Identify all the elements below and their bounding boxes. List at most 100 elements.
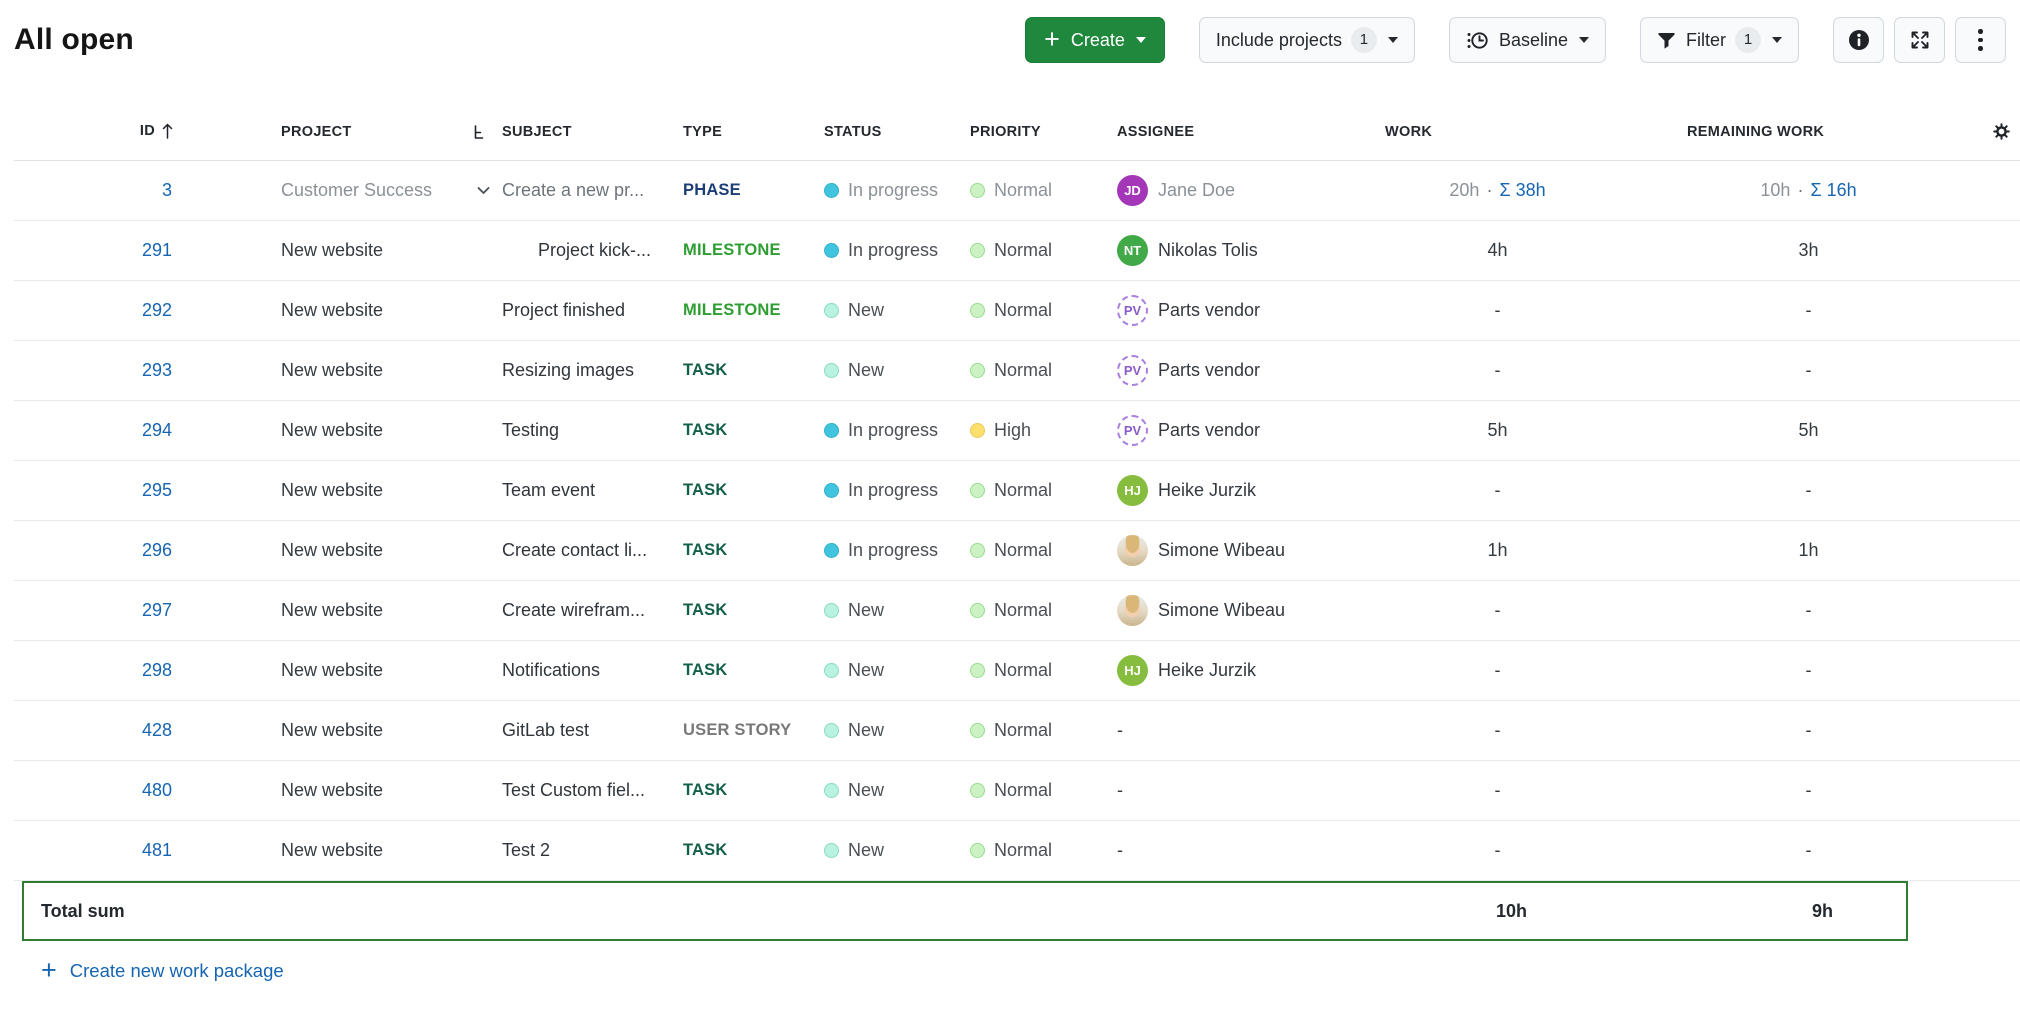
- include-projects-button[interactable]: Include projects 1: [1199, 17, 1415, 63]
- table-row[interactable]: 298 New website Notifications TASK New N…: [14, 641, 2020, 701]
- column-header-remaining-work[interactable]: REMAINING WORK: [1610, 124, 1930, 140]
- column-header-assignee[interactable]: ASSIGNEE: [1117, 124, 1385, 140]
- collapse-hierarchy-chevron-icon[interactable]: [475, 182, 492, 199]
- work-packages-table: ID PROJECT SUBJECT TYPE STATUS PRIORITY …: [0, 66, 2020, 984]
- column-header-status[interactable]: STATUS: [824, 124, 970, 140]
- table-row[interactable]: 296 New website Create contact li... TAS…: [14, 521, 2020, 581]
- avatar: HJ: [1117, 475, 1148, 506]
- gear-icon: [1993, 123, 2010, 140]
- status-label: New: [848, 600, 884, 621]
- table-row[interactable]: 292 New website Project finished MILESTO…: [14, 281, 2020, 341]
- project-name: New website: [281, 540, 383, 561]
- chevron-down-icon: [1579, 37, 1589, 43]
- priority-dot-icon: [970, 483, 985, 498]
- work-package-id-link[interactable]: 481: [142, 840, 172, 861]
- assignee-name: Jane Doe: [1158, 180, 1235, 201]
- subject: Testing: [502, 420, 559, 441]
- priority-dot-icon: [970, 663, 985, 678]
- priority-dot-icon: [970, 303, 985, 318]
- table-row[interactable]: 480 New website Test Custom fiel... TASK…: [14, 761, 2020, 821]
- work-package-id-link[interactable]: 296: [142, 540, 172, 561]
- assignee-name: Nikolas Tolis: [1158, 240, 1258, 261]
- hierarchy-icon[interactable]: [471, 124, 496, 140]
- work-value: -: [1495, 480, 1501, 501]
- work-package-id-link[interactable]: 3: [162, 180, 172, 201]
- priority-dot-icon: [970, 843, 985, 858]
- project-name: New website: [281, 420, 383, 441]
- status-label: New: [848, 360, 884, 381]
- priority-label: Normal: [994, 240, 1052, 261]
- status-dot-icon: [824, 783, 839, 798]
- separator-dot: ·: [1486, 180, 1492, 201]
- table-row[interactable]: 297 New website Create wirefram... TASK …: [14, 581, 2020, 641]
- more-menu-button[interactable]: [1955, 17, 2006, 63]
- column-header-project[interactable]: PROJECT: [174, 124, 471, 140]
- avatar: JD: [1117, 175, 1148, 206]
- work-package-id-link[interactable]: 293: [142, 360, 172, 381]
- chevron-down-icon: [1772, 37, 1782, 43]
- work-package-id-link[interactable]: 291: [142, 240, 172, 261]
- subject: Resizing images: [502, 360, 634, 381]
- type-badge: MILESTONE: [683, 241, 781, 260]
- table-row[interactable]: 428 New website GitLab test USER STORY N…: [14, 701, 2020, 761]
- subject: Notifications: [502, 660, 600, 681]
- column-header-work[interactable]: WORK: [1385, 124, 1610, 140]
- work-value: 4h: [1487, 240, 1507, 261]
- work-package-id-link[interactable]: 294: [142, 420, 172, 441]
- create-new-work-package-link[interactable]: Create new work package: [70, 960, 284, 982]
- chevron-down-icon: [1136, 37, 1146, 43]
- table-row[interactable]: 293 New website Resizing images TASK New…: [14, 341, 2020, 401]
- table-row[interactable]: 481 New website Test 2 TASK New Normal -…: [14, 821, 2020, 881]
- table-row[interactable]: 3 Customer Success Create a new pr... PH…: [14, 161, 2020, 221]
- status-label: In progress: [848, 540, 938, 561]
- table-row[interactable]: 294 New website Testing TASK In progress…: [14, 401, 2020, 461]
- work-package-id-link[interactable]: 292: [142, 300, 172, 321]
- work-sum-link[interactable]: Σ 38h: [1499, 180, 1545, 201]
- project-name: New website: [281, 720, 383, 741]
- avatar: PV: [1117, 355, 1148, 386]
- total-sum-row: Total sum 10h 9h: [22, 881, 1908, 941]
- create-work-package-row[interactable]: + Create new work package: [41, 957, 2020, 984]
- column-header-subject[interactable]: SUBJECT: [496, 124, 683, 140]
- table-row[interactable]: 291 New website Project kick-... MILESTO…: [14, 221, 2020, 281]
- avatar: NT: [1117, 235, 1148, 266]
- work-package-id-link[interactable]: 297: [142, 600, 172, 621]
- priority-label: Normal: [994, 180, 1052, 201]
- table-settings-button[interactable]: [1930, 123, 2020, 140]
- column-header-id[interactable]: ID: [14, 122, 174, 140]
- status-dot-icon: [824, 843, 839, 858]
- column-header-priority[interactable]: PRIORITY: [970, 124, 1117, 140]
- priority-label: Normal: [994, 480, 1052, 501]
- assignee-name: Heike Jurzik: [1158, 480, 1256, 501]
- plus-icon: +: [1044, 26, 1060, 53]
- top-toolbar: All open + Create Include projects 1 Bas…: [0, 0, 2020, 66]
- baseline-clock-icon: [1466, 29, 1489, 52]
- info-icon: [1848, 29, 1870, 51]
- fullscreen-button[interactable]: [1894, 17, 1945, 63]
- work-packages-page: All open + Create Include projects 1 Bas…: [0, 0, 2020, 1023]
- create-button[interactable]: + Create: [1025, 17, 1165, 63]
- filter-button[interactable]: Filter 1: [1640, 17, 1799, 63]
- baseline-label: Baseline: [1499, 30, 1568, 51]
- status-dot-icon: [824, 543, 839, 558]
- remaining-work-sum-link[interactable]: Σ 16h: [1810, 180, 1856, 201]
- work-package-id-link[interactable]: 295: [142, 480, 172, 501]
- work-value: 1h: [1487, 540, 1507, 561]
- column-header-type[interactable]: TYPE: [683, 124, 824, 140]
- work-package-id-link[interactable]: 298: [142, 660, 172, 681]
- avatar: PV: [1117, 415, 1148, 446]
- priority-dot-icon: [970, 603, 985, 618]
- work-package-id-link[interactable]: 428: [142, 720, 172, 741]
- project-name: New website: [281, 600, 383, 621]
- remaining-work-value: -: [1806, 840, 1812, 861]
- assignee-name: Parts vendor: [1158, 360, 1260, 381]
- avatar: HJ: [1117, 655, 1148, 686]
- type-badge: TASK: [683, 481, 728, 500]
- type-badge: USER STORY: [683, 721, 791, 740]
- table-row[interactable]: 295 New website Team event TASK In progr…: [14, 461, 2020, 521]
- info-button[interactable]: [1833, 17, 1884, 63]
- chevron-down-icon: [1388, 37, 1398, 43]
- baseline-button[interactable]: Baseline: [1449, 17, 1606, 63]
- work-package-id-link[interactable]: 480: [142, 780, 172, 801]
- work-value: -: [1495, 600, 1501, 621]
